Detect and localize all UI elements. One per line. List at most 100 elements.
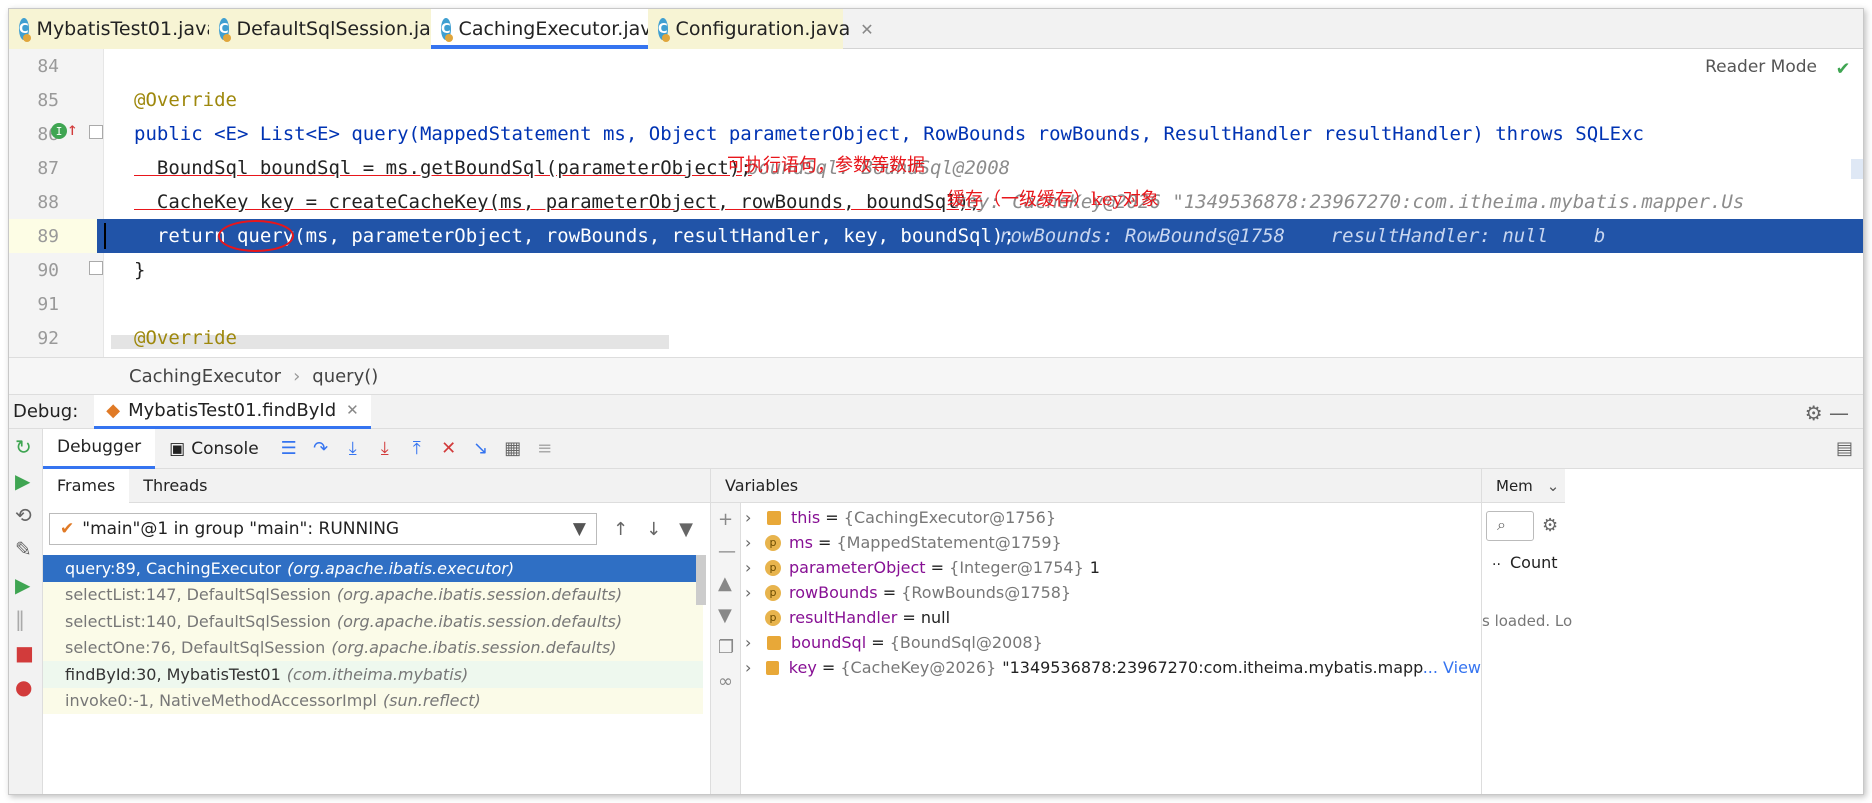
remove-icon[interactable]: — xyxy=(718,541,736,562)
editor-tab-bar: C MybatisTest01.java ✕ C DefaultSqlSessi… xyxy=(9,9,1863,49)
chevron-right-icon[interactable]: › xyxy=(745,633,763,652)
memory-header: Mem ⌄ xyxy=(1482,469,1565,503)
frame-item[interactable]: query:89, CachingExecutor (org.apache.iba… xyxy=(43,555,703,582)
frame-item[interactable]: selectList:147, DefaultSqlSession (org.ap… xyxy=(43,581,703,608)
line-number: 88 xyxy=(37,191,59,213)
pause-icon[interactable]: ‖ xyxy=(15,607,25,631)
rerun-icon[interactable]: ↻ xyxy=(15,435,32,459)
step-out-icon[interactable]: ⤒ xyxy=(401,438,433,459)
move-up-icon[interactable]: ▲ xyxy=(718,573,732,594)
frames-header: Frames Threads xyxy=(43,468,710,503)
java-class-icon: C xyxy=(441,18,453,42)
variable-name: this xyxy=(791,508,821,527)
variables-side-toolbar: + — ▲ ▼ ❐ ∞ xyxy=(711,503,741,794)
tab-label: Debugger xyxy=(57,437,142,457)
layout-icon[interactable]: ▤ xyxy=(1836,438,1853,459)
drop-frame-icon[interactable]: ✕ xyxy=(433,438,465,459)
chevron-right-icon[interactable]: › xyxy=(745,558,763,577)
view-link[interactable]: ... View xyxy=(1423,658,1481,677)
parameter-icon: p xyxy=(765,559,781,576)
variable-row[interactable]: › p rowBounds = {RowBounds@1758} xyxy=(745,580,1071,605)
move-down-icon[interactable]: ▼ xyxy=(718,605,732,626)
frames-scrollbar[interactable] xyxy=(696,555,706,605)
frame-item[interactable]: invoke0:-1, NativeMethodAccessorImpl (sun… xyxy=(43,687,703,714)
variable-name: boundSql xyxy=(791,633,867,652)
settings-icon[interactable]: ⚙ xyxy=(1542,515,1558,536)
tab-debugger[interactable]: Debugger xyxy=(43,428,156,469)
fold-icon[interactable] xyxy=(89,261,103,275)
frame-method: query:89, CachingExecutor xyxy=(65,558,282,578)
glasses-icon[interactable]: ∞ xyxy=(718,671,733,692)
menu-icon[interactable]: ☰ xyxy=(273,438,305,459)
chevron-right-icon[interactable]: › xyxy=(745,533,763,552)
debug-label: Debug: xyxy=(13,401,79,422)
breadcrumb-class[interactable]: CachingExecutor xyxy=(129,366,281,387)
tab-label: MybatisTest01.java xyxy=(36,18,218,40)
frame-package: (org.apache.ibatis.session.defaults) xyxy=(336,585,623,605)
variable-row[interactable]: › key = {CacheKey@2026} "1349536878:2396… xyxy=(745,655,1481,680)
trace-icon[interactable]: ≡ xyxy=(529,438,561,459)
restore-layout-icon[interactable]: ⟲ xyxy=(15,503,32,527)
breadcrumb-method[interactable]: query() xyxy=(312,366,378,387)
variable-row[interactable]: › this = {CachingExecutor@1756} xyxy=(745,505,1056,530)
variable-row[interactable]: p resultHandler = null xyxy=(745,605,950,630)
resume-icon[interactable]: ▶ xyxy=(15,469,30,493)
parameter-icon: p xyxy=(765,534,781,551)
implements-gutter-icon[interactable]: I xyxy=(51,123,67,139)
step-into-icon[interactable]: ⤓ xyxy=(337,438,369,459)
variable-row[interactable]: › p ms = {MappedStatement@1759} xyxy=(745,530,1062,555)
close-icon[interactable]: ✕ xyxy=(860,20,873,39)
tab-label: Configuration.java xyxy=(675,18,851,40)
thread-label: "main"@1 in group "main": RUNNING xyxy=(82,519,400,539)
stop-icon[interactable]: ■ xyxy=(15,641,34,665)
tab-defaultsqlsession[interactable]: C DefaultSqlSession.java ✕ xyxy=(209,9,477,49)
tab-configuration[interactable]: C Configuration.java ✕ xyxy=(648,9,874,49)
variable-value: {RowBounds@1758} xyxy=(901,583,1072,602)
frame-package: (org.apache.ibatis.session.defaults) xyxy=(336,611,623,631)
ide-window: C MybatisTest01.java ✕ C DefaultSqlSessi… xyxy=(8,8,1864,795)
code-editor[interactable]: Reader Mode ✔ 84 85 @Override 86 I ↑ pub… xyxy=(9,49,1863,357)
count-column-header[interactable]: Count xyxy=(1510,553,1558,572)
wrench-icon[interactable]: ✎ xyxy=(15,537,32,561)
debug-session-tab[interactable]: ◆ MybatisTest01.findById ✕ xyxy=(94,394,371,429)
tab-frames[interactable]: Frames xyxy=(43,468,130,503)
memory-search-input[interactable]: ⌕ xyxy=(1486,511,1534,541)
tab-console[interactable]: ▣ Console xyxy=(155,429,273,469)
tab-mybatistest01[interactable]: C MybatisTest01.java ✕ xyxy=(9,9,241,49)
tab-cachingexecutor[interactable]: C CachingExecutor.java ✕ xyxy=(431,9,687,49)
tab-threads[interactable]: Threads xyxy=(129,469,221,503)
frames-panel: Frames Threads ✔ "main"@1 in group "main… xyxy=(43,468,711,794)
variable-row[interactable]: › p parameterObject = {Integer@1754} 1 xyxy=(745,555,1100,580)
frame-package: (org.apache.ibatis.executor) xyxy=(287,558,515,578)
settings-icon[interactable]: ⚙ — xyxy=(1805,401,1849,425)
frame-item[interactable]: findById:30, MybatisTest01 (com.itheima.m… xyxy=(43,661,703,688)
force-step-into-icon[interactable]: ⤓ xyxy=(369,438,401,459)
add-icon[interactable]: + xyxy=(718,509,733,530)
line-number: 90 xyxy=(37,259,59,281)
bug-icon: ◆ xyxy=(106,399,121,421)
console-icon: ▣ xyxy=(169,438,186,459)
frame-item[interactable]: selectOne:76, DefaultSqlSession (org.apac… xyxy=(43,634,703,661)
play-icon[interactable]: ▶ xyxy=(15,573,30,597)
variable-value: {CachingExecutor@1756} xyxy=(843,508,1057,527)
fold-icon[interactable] xyxy=(89,125,103,139)
chevron-right-icon[interactable]: › xyxy=(745,658,762,677)
frame-item[interactable]: selectList:140, DefaultSqlSession (org.ap… xyxy=(43,608,703,635)
step-over-icon[interactable]: ↷ xyxy=(305,438,337,459)
chevron-right-icon[interactable]: › xyxy=(745,508,763,527)
chevron-right-icon[interactable]: › xyxy=(745,583,763,602)
frame-nav-buttons[interactable]: ↑↓▼ xyxy=(613,519,711,540)
code-line-current: 89 89 return query(ms, parameterObject, … xyxy=(9,219,1863,253)
tab-label: CachingExecutor.java xyxy=(458,18,664,40)
variable-row[interactable]: › boundSql = {BoundSql@2008} xyxy=(745,630,1043,655)
chevron-down-icon[interactable]: ⌄ xyxy=(1547,477,1560,495)
override-arrow-icon[interactable]: ↑ xyxy=(67,119,78,140)
java-class-icon: C xyxy=(19,18,31,42)
evaluate-expression-icon[interactable]: ▦ xyxy=(497,438,529,459)
run-to-cursor-icon[interactable]: ↘ xyxy=(465,438,497,459)
column-resize: .. xyxy=(1492,553,1501,569)
thread-selector[interactable]: ✔ "main"@1 in group "main": RUNNING ▼ xyxy=(49,513,597,545)
view-breakpoints-icon[interactable]: ● xyxy=(15,675,32,699)
copy-icon[interactable]: ❐ xyxy=(718,637,734,658)
close-icon[interactable]: ✕ xyxy=(346,401,359,419)
